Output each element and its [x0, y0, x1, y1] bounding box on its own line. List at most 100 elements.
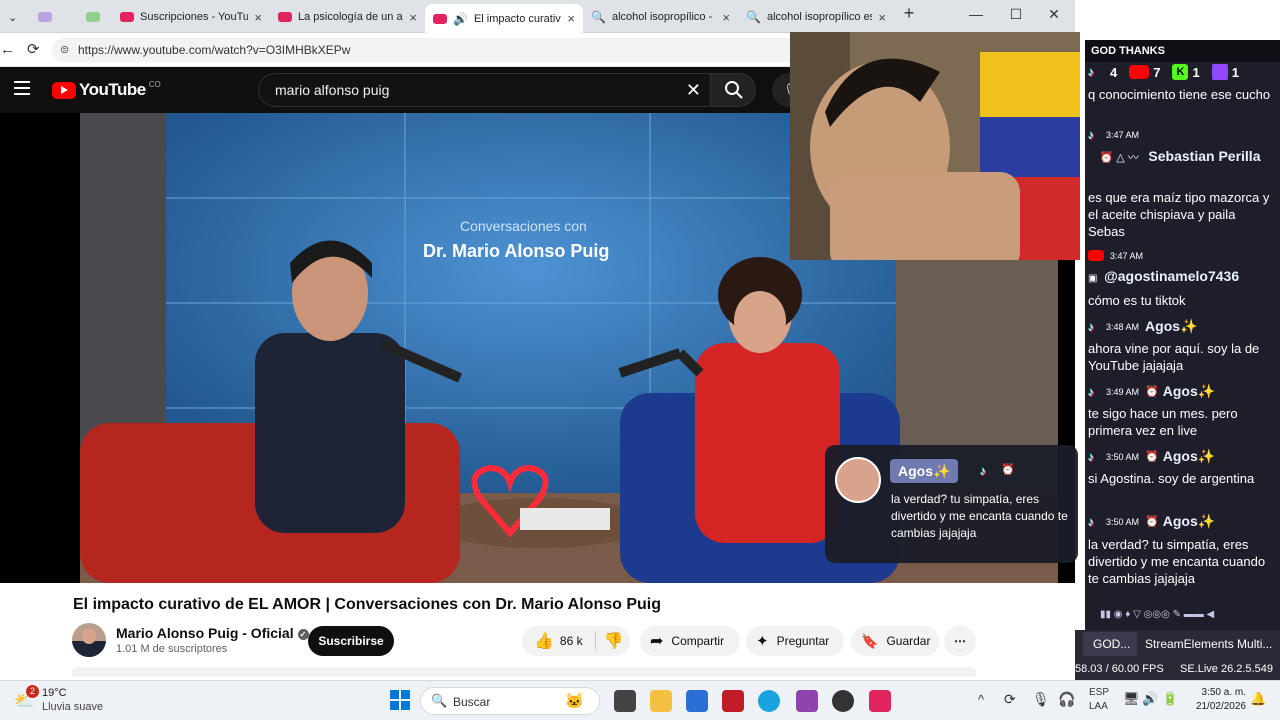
chat-time: 3:48 AM: [1106, 321, 1140, 332]
chat-time: 3:47 AM: [1106, 130, 1140, 140]
chevron-up-icon[interactable]: ^: [978, 692, 984, 707]
description-box[interactable]: [72, 667, 976, 677]
tab-title: alcohol isopropílico - Bú: [611, 11, 716, 23]
tab-4-active[interactable]: 🔊 El impacto curativo ×: [425, 4, 583, 33]
tiktok-live-icon[interactable]: [869, 690, 891, 712]
like-icon[interactable]: 👍: [534, 631, 554, 651]
network-icon[interactable]: 🖥: [1123, 691, 1140, 707]
close-window-button[interactable]: ✕: [1044, 6, 1064, 23]
banner-title: Dr. Mario Alonso Puig: [423, 241, 610, 261]
chat-username-text: @agostinamelo7436: [1104, 268, 1240, 284]
platform-counts: ♪ 4 7 K 1 1: [1088, 64, 1239, 80]
close-icon[interactable]: ×: [716, 10, 730, 25]
twitch-count: 1: [1231, 64, 1239, 80]
new-tab-button[interactable]: +: [899, 3, 919, 24]
dock-tab-god[interactable]: GOD...: [1083, 632, 1137, 656]
clock-date[interactable]: 21/02/2026: [1190, 701, 1246, 712]
badge-icon: ▣: [1088, 273, 1098, 284]
close-icon[interactable]: ×: [248, 10, 262, 25]
maximize-button[interactable]: ☐: [1006, 6, 1026, 23]
volume-icon[interactable]: 🔊: [1142, 691, 1158, 707]
youtube-logo[interactable]: YouTube CO: [52, 80, 161, 100]
dislike-icon[interactable]: 👎: [604, 631, 624, 651]
like-count[interactable]: 86 k: [560, 634, 583, 648]
emote-bar: ▮▮ ◉ ♦ ▽ ◎◎◎ ✎ ▬▬ ◀: [1100, 609, 1270, 623]
youtube-favicon-icon: [433, 13, 447, 24]
banner-subtitle: Conversaciones con: [460, 218, 587, 234]
site-info-icon[interactable]: ⊜: [60, 38, 69, 62]
tab-2[interactable]: Suscripciones - YouTube ×: [112, 4, 270, 30]
more-actions-button[interactable]: ⋯: [944, 626, 976, 656]
close-icon[interactable]: ×: [872, 10, 886, 25]
emote-icons: ▮▮ ◉ ♦ ▽ ◎◎◎ ✎ ▬▬ ◀: [1100, 609, 1215, 620]
weather-temp: 19°C: [42, 687, 67, 699]
tab-0[interactable]: [30, 4, 66, 30]
search-button[interactable]: [710, 73, 756, 107]
close-icon[interactable]: ×: [561, 11, 575, 26]
badge-icon: ⏰ △ 〰: [1099, 152, 1139, 164]
chat-username-text: Agos✨: [1162, 383, 1216, 399]
kick-count: 1: [1192, 64, 1200, 80]
tab-favicon-icon: [38, 12, 52, 22]
share-button[interactable]: ➦ Compartir: [640, 626, 740, 656]
battery-icon[interactable]: 🔋: [1162, 691, 1178, 707]
ask-button[interactable]: ✦ Preguntar: [746, 626, 844, 656]
subscribe-button[interactable]: Suscribirse: [308, 626, 394, 656]
clock-time[interactable]: 3:50 a. m.: [1198, 687, 1246, 698]
chat-message-top: q conocimiento tiene ese cucho: [1088, 87, 1271, 102]
tab-6[interactable]: 🔍 alcohol isopropílico es ig ×: [738, 4, 894, 30]
headset-icon[interactable]: 🎧: [1058, 691, 1075, 708]
file-explorer-icon[interactable]: [650, 690, 672, 712]
channel-name[interactable]: Mario Alonso Puig - Oficial ✓: [116, 625, 309, 641]
edge-icon[interactable]: [758, 690, 780, 712]
chat-time: 3:50 AM: [1106, 451, 1140, 462]
save-button[interactable]: 🔖 Guardar: [851, 626, 939, 656]
obs-icon[interactable]: [832, 690, 854, 712]
youtube-favicon-icon: [278, 12, 292, 22]
input-language[interactable]: ESP: [1089, 687, 1109, 698]
input-layout[interactable]: LAA: [1089, 701, 1108, 712]
speaker-icon[interactable]: 🔊: [453, 12, 468, 26]
search-input-value: mario alfonso puig: [275, 82, 390, 98]
task-view-icon[interactable]: [614, 690, 636, 712]
chevron-down-icon: ⌄: [8, 11, 18, 24]
chat-meta: ♪ 3:49 AM ⏰ Agos✨: [1088, 383, 1215, 400]
subscriber-count: 1.01 M de suscriptores: [116, 643, 228, 655]
tab-3[interactable]: La psicología de un adic ×: [270, 4, 425, 30]
notification-text: la verdad? tu simpatía, eres divertido y…: [891, 492, 1068, 540]
chat-username-text: Sebastian Perilla: [1148, 148, 1261, 164]
windows-start-icon[interactable]: [390, 690, 410, 710]
tab-1[interactable]: [78, 4, 108, 30]
tab-5[interactable]: 🔍 alcohol isopropílico - Bú ×: [583, 4, 738, 30]
webcam-overlay: [790, 32, 1080, 260]
notification-bell-icon[interactable]: 🔔: [1250, 691, 1266, 707]
clear-search-icon[interactable]: ✕: [686, 74, 701, 106]
dock-tab-streamelements[interactable]: StreamElements Multi...: [1140, 632, 1280, 656]
search-input[interactable]: mario alfonso puig ✕: [258, 73, 714, 107]
app-icon[interactable]: [722, 690, 744, 712]
channel-avatar[interactable]: [72, 623, 106, 657]
back-icon[interactable]: ←: [0, 41, 15, 58]
share-icon: ➦: [650, 633, 664, 650]
reload-icon[interactable]: ⟳: [27, 40, 40, 58]
tab-title: El impacto curativo: [473, 12, 562, 25]
microphone-icon[interactable]: 🎙: [1032, 691, 1050, 708]
tab-title: Suscripciones - YouTube: [140, 11, 249, 23]
sync-icon[interactable]: ⟳: [1004, 691, 1016, 708]
store-icon[interactable]: [686, 690, 708, 712]
search-favicon-icon: 🔍: [591, 10, 606, 24]
share-label: Compartir: [671, 634, 725, 648]
minimize-button[interactable]: —: [966, 6, 986, 22]
close-icon[interactable]: ×: [403, 10, 417, 25]
tab-favicon-icon: [86, 12, 100, 22]
menu-icon[interactable]: [14, 81, 30, 95]
taskbar-search[interactable]: 🔍 Buscar 🐱: [420, 687, 600, 715]
chat-message: cómo es tu tiktok: [1088, 293, 1186, 308]
tab-list-button[interactable]: ⌄: [0, 4, 18, 30]
chat-time: 3:47 AM: [1110, 250, 1144, 261]
chat-meta: 3:47 AM: [1088, 250, 1143, 261]
url-field[interactable]: ⊜ https://www.youtube.com/watch?v=O3IMHB…: [52, 38, 790, 62]
twitch-icon: [1211, 64, 1228, 80]
app-icon[interactable]: [796, 690, 818, 712]
address-bar: ← ⟳ ⊜ https://www.youtube.com/watch?v=O3…: [0, 33, 790, 67]
